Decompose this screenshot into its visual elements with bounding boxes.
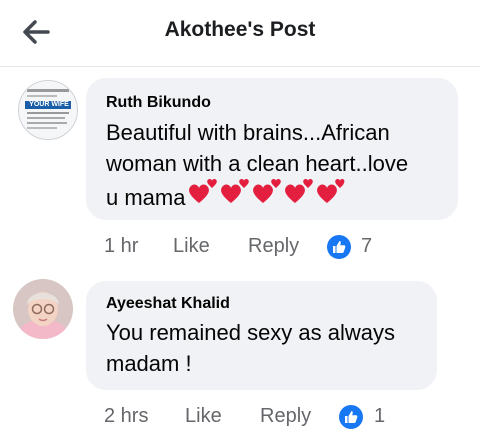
- reaction-count: 7: [361, 235, 373, 257]
- comment-bubble[interactable]: Ayeeshat Khalid You remained sexy as alw…: [86, 281, 437, 390]
- like-button[interactable]: Like: [173, 235, 210, 258]
- reply-button[interactable]: Reply: [248, 235, 299, 258]
- comment-text-line: You remained sexy as always: [106, 320, 396, 345]
- reply-button[interactable]: Reply: [260, 405, 311, 428]
- comment-author[interactable]: Ayeeshat Khalid: [106, 295, 230, 313]
- comment-bubble[interactable]: Ruth Bikundo Beautiful with brains...Afr…: [86, 78, 458, 220]
- thumbs-up-icon[interactable]: [339, 405, 363, 429]
- comment-text-line: Beautiful with brains...African: [106, 120, 390, 145]
- avatar[interactable]: YOUR WIFE: [18, 80, 78, 140]
- thumbs-up-icon[interactable]: [327, 235, 351, 259]
- comment-text: u mama: [106, 185, 186, 210]
- heart-emoji-icons: [189, 179, 345, 203]
- page-title: Akothee's Post: [164, 18, 316, 41]
- comment-text-line-last: u mama: [106, 179, 345, 213]
- comment-author[interactable]: Ruth Bikundo: [106, 94, 211, 112]
- avatar[interactable]: [13, 279, 73, 339]
- avatar-text: YOUR WIFE: [29, 101, 69, 108]
- comment-text-line: madam !: [106, 351, 192, 376]
- header-divider: [0, 66, 480, 67]
- like-button[interactable]: Like: [185, 405, 222, 428]
- comment-text-line: woman with a clean heart..love: [106, 151, 409, 176]
- comment-time: 2 hrs: [104, 405, 149, 427]
- comment-time: 1 hr: [104, 235, 139, 257]
- post-header: Akothee's Post: [0, 0, 480, 64]
- reaction-count: 1: [374, 405, 386, 427]
